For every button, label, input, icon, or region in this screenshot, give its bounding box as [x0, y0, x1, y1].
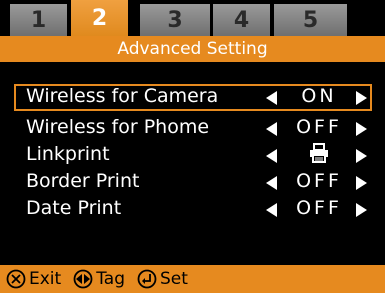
- left-right-arrows-icon: [73, 269, 93, 289]
- exit-button[interactable]: Exit: [6, 269, 61, 289]
- tab-2[interactable]: 2: [71, 0, 128, 36]
- tab-bar: 1 2 3 4 5: [0, 0, 385, 36]
- menu-item-wireless-camera[interactable]: Wireless for Camera ON: [14, 84, 372, 111]
- arrow-right-icon[interactable]: [356, 122, 367, 136]
- menu-item-border-print[interactable]: Border Print OFF: [14, 169, 372, 196]
- arrow-right-icon[interactable]: [356, 149, 367, 163]
- menu-item-value: ON: [301, 85, 337, 107]
- menu-item-label: Linkprint: [26, 143, 110, 165]
- tab-4[interactable]: 4: [213, 4, 270, 36]
- arrow-right-icon[interactable]: [356, 91, 367, 105]
- arrow-right-icon[interactable]: [356, 203, 367, 217]
- menu-item-label: Border Print: [26, 170, 140, 192]
- tab-5[interactable]: 5: [274, 4, 347, 36]
- tab-1[interactable]: 1: [10, 4, 67, 36]
- printer-settings-screen: 1 2 3 4 5 Advanced Setting Wireless for …: [0, 0, 385, 293]
- tag-label: Tag: [96, 269, 125, 289]
- set-label: Set: [159, 269, 188, 289]
- tag-button[interactable]: Tag: [73, 269, 125, 289]
- menu-item-value: OFF: [296, 197, 342, 219]
- menu-item-value: [284, 143, 354, 165]
- menu-item-label: Wireless for Camera: [26, 85, 219, 107]
- arrow-right-icon[interactable]: [356, 176, 367, 190]
- arrow-left-icon[interactable]: [266, 91, 277, 105]
- arrow-left-icon[interactable]: [266, 149, 277, 163]
- enter-icon: [137, 269, 157, 289]
- printer-icon: [310, 143, 328, 163]
- arrow-left-icon[interactable]: [266, 203, 277, 217]
- menu-item-label: Date Print: [26, 197, 122, 219]
- cross-circle-icon: [6, 269, 26, 289]
- menu-item-linkprint[interactable]: Linkprint: [14, 142, 372, 169]
- page-title: Advanced Setting: [0, 36, 385, 62]
- arrow-left-icon[interactable]: [266, 122, 277, 136]
- exit-label: Exit: [29, 269, 62, 289]
- arrow-left-icon[interactable]: [266, 176, 277, 190]
- menu-item-value: OFF: [296, 170, 342, 192]
- footer-hint-bar: Exit Tag Set: [0, 265, 385, 293]
- menu-item-value: OFF: [296, 116, 342, 138]
- menu-item-label: Wireless for Phome: [26, 116, 210, 138]
- set-button[interactable]: Set: [137, 269, 188, 289]
- tab-3[interactable]: 3: [140, 4, 210, 36]
- menu-item-wireless-phone[interactable]: Wireless for Phome OFF: [14, 115, 372, 142]
- menu-item-date-print[interactable]: Date Print OFF: [14, 196, 372, 223]
